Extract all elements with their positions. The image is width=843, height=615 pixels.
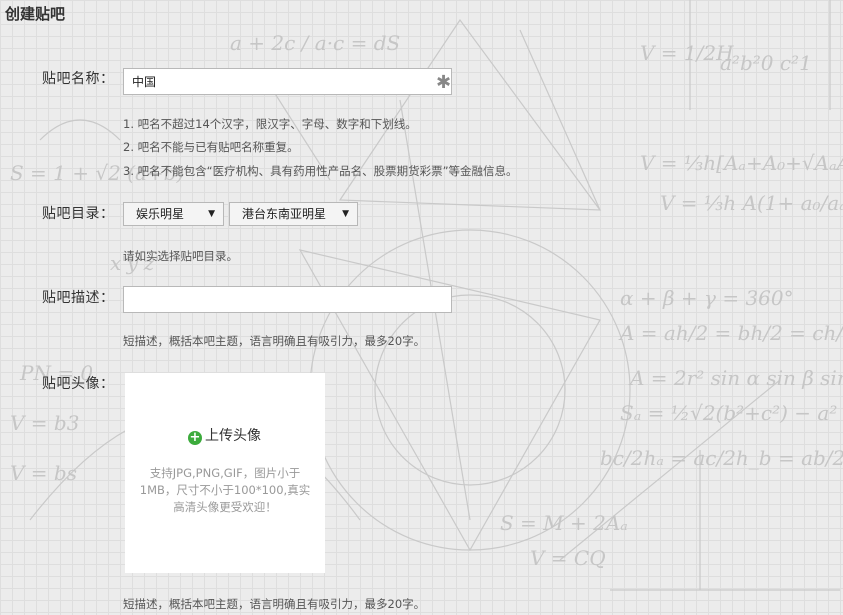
name-input[interactable] — [123, 68, 452, 95]
svg-text:bc/2hₐ = ac/2h_b = ab/2h_c: bc/2hₐ = ac/2h_b = ab/2h_c — [600, 446, 843, 470]
svg-text:A = ah/2 = bh/2 = ch/2: A = ah/2 = bh/2 = ch/2 — [618, 321, 843, 345]
avatar-hint: 支持JPG,PNG,GIF，图片小于1MB，尺寸不小于100*100,真实高清头… — [139, 466, 311, 514]
footer-hint: 短描述，概括本吧主题，语言明确且有吸引力，最多20字。 — [123, 597, 426, 611]
chevron-down-icon: ▼ — [208, 209, 215, 219]
name-label: 贴吧名称： — [42, 71, 115, 87]
avatar-label: 贴吧头像： — [42, 376, 115, 392]
category-primary-select[interactable]: 娱乐明星 ▼ — [123, 202, 224, 226]
name-hint-2: 2. 吧名不能与已有贴吧名称重复。 — [123, 140, 299, 154]
category-secondary-select[interactable]: 港台东南亚明星 ▼ — [229, 202, 358, 226]
svg-text:V = ⅓h A(1+ a₀/aₐ): V = ⅓h A(1+ a₀/aₐ) — [660, 191, 843, 215]
chevron-down-icon: ▼ — [342, 209, 349, 219]
svg-text:S = M + 2Aₐ: S = M + 2Aₐ — [500, 511, 628, 535]
svg-text:V = bs: V = bs — [10, 461, 77, 485]
svg-text:V = b3: V = b3 — [10, 411, 79, 435]
svg-text:α + β + γ = 360°: α + β + γ = 360° — [620, 286, 794, 310]
description-hint: 短描述，概括本吧主题，语言明确且有吸引力，最多20字。 — [123, 334, 426, 348]
category-hint: 请如实选择贴吧目录。 — [123, 249, 238, 263]
plus-circle-icon: + — [188, 430, 202, 445]
upload-avatar-label: 上传头像 — [205, 428, 261, 444]
svg-text:V = 1/2H: V = 1/2H — [640, 41, 734, 65]
svg-text:V = ⅓h[Aₐ+A₀+√AₐA₀]: V = ⅓h[Aₐ+A₀+√AₐA₀] — [640, 151, 843, 175]
svg-text:Sₐ = ½√2(b²+c²) − a²: Sₐ = ½√2(b²+c²) − a² — [620, 401, 837, 425]
description-label: 贴吧描述： — [42, 290, 115, 306]
svg-text:a²b²0 c²1: a²b²0 c²1 — [720, 51, 812, 75]
name-hint-3: 3. 吧名不能包含“医疗机构、具有药用性产品名、股票期货彩票”等金融信息。 — [123, 164, 518, 178]
description-input[interactable] — [123, 286, 452, 313]
category-secondary-value: 港台东南亚明星 — [242, 207, 327, 221]
svg-text:A = 2r² sin α sin β sin γ: A = 2r² sin α sin β sin γ — [628, 366, 843, 390]
upload-avatar-button[interactable]: + 上传头像 — [188, 425, 261, 445]
page-title: 创建贴吧 — [5, 5, 66, 23]
svg-text:a + 2c / a·c = dS: a + 2c / a·c = dS — [230, 31, 400, 55]
svg-text:V = CQ: V = CQ — [530, 546, 606, 570]
required-asterisk-icon: ✱ — [436, 72, 452, 93]
avatar-upload-area[interactable]: + 上传头像 支持JPG,PNG,GIF，图片小于1MB，尺寸不小于100*100… — [125, 373, 325, 573]
category-primary-value: 娱乐明星 — [136, 207, 185, 221]
name-hint-1: 1. 吧名不超过14个汉字，限汉字、字母、数字和下划线。 — [123, 117, 417, 131]
category-label: 贴吧目录： — [42, 206, 115, 222]
